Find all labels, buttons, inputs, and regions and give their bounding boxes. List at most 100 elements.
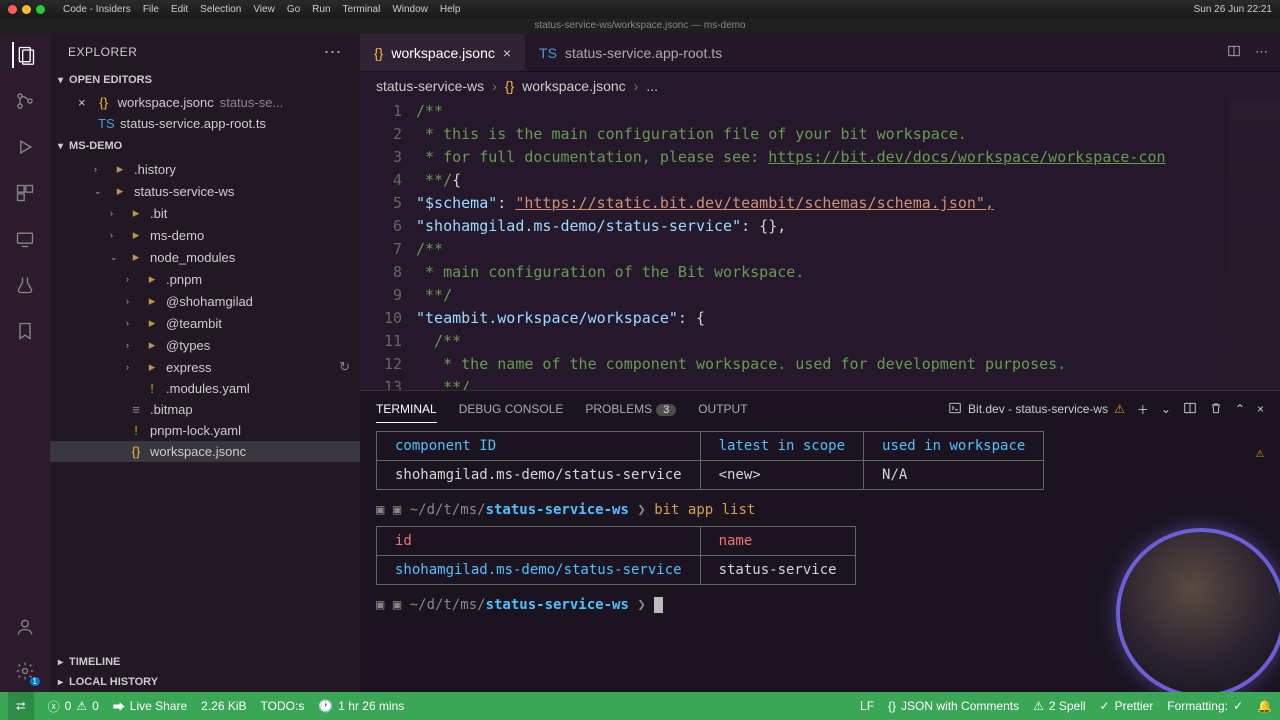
problems-badge: 3 [656,404,676,416]
folder-icon: ▸ [144,271,160,287]
kill-terminal-icon[interactable] [1209,401,1223,418]
timeline-section[interactable]: ▸ TIMELINE [50,652,360,672]
open-editor-item[interactable]: TS status-service.app-root.ts [50,113,360,134]
panel: TERMINAL DEBUG CONSOLE PROBLEMS3 OUTPUT … [360,390,1280,692]
terminal-icon [948,401,962,418]
test-icon[interactable] [12,272,38,298]
split-editor-icon[interactable] [1227,44,1241,61]
menu-view[interactable]: View [253,4,275,15]
tab-workspace-jsonc[interactable]: {} workspace.jsonc × [360,34,525,71]
open-editors-label: OPEN EDITORS [69,74,152,86]
tree-item[interactable]: !pnpm-lock.yaml [50,420,360,441]
close-icon[interactable]: × [78,95,90,110]
status-prettier[interactable]: ✓Prettier [1100,699,1154,713]
app-list-table: idname shohamgilad.ms-demo/status-servic… [376,526,856,585]
status-eol[interactable]: LF [860,699,874,713]
status-language[interactable]: {}JSON with Comments [888,699,1019,713]
tree-item[interactable]: ›▸express ↻ [50,356,360,378]
menu-file[interactable]: File [143,4,159,15]
menu-edit[interactable]: Edit [171,4,188,15]
menu-window[interactable]: Window [392,4,428,15]
minimap[interactable] [1230,100,1280,390]
explorer-icon[interactable] [12,42,38,68]
menu-help[interactable]: Help [440,4,461,15]
status-wakatime[interactable]: 🕐1 hr 26 mins [318,698,404,715]
breadcrumb-segment[interactable]: status-service-ws [376,78,484,94]
account-icon[interactable] [12,614,38,640]
bookmark-icon[interactable] [12,318,38,344]
remote-indicator[interactable]: ⮂ [8,692,34,720]
chevron-right-icon: ▸ [58,677,63,688]
window-controls[interactable] [8,5,45,14]
remote-icon[interactable] [12,226,38,252]
tree-item[interactable]: ›▸@teambit [50,312,360,334]
menu-terminal[interactable]: Terminal [343,4,381,15]
chevron-down-icon: ▾ [58,141,63,152]
chevron-right-icon: › [634,78,639,94]
tree-item[interactable]: ≡.bitmap [50,399,360,420]
menu-selection[interactable]: Selection [200,4,241,15]
new-terminal-icon[interactable]: ＋ [1137,401,1149,418]
explorer-more-icon[interactable]: ⋯ [324,42,343,63]
code-editor[interactable]: 12345678910111213 /** * this is the main… [360,100,1280,390]
breadcrumb[interactable]: status-service-ws › {} workspace.jsonc ›… [360,72,1280,100]
timeline-label: TIMELINE [69,656,120,668]
json-icon: {} [128,444,144,459]
tree-item[interactable]: ⌄▸node_modules [50,246,360,268]
tab-problems[interactable]: PROBLEMS [585,396,652,422]
tree-item[interactable]: ›▸@shohamgilad [50,290,360,312]
tree-item[interactable]: ›▸ms-demo [50,224,360,246]
tree-item[interactable]: ›▸.bit [50,202,360,224]
tree-item[interactable]: ⌄▸status-service-ws [50,180,360,202]
bitmap-icon: ≡ [128,402,144,417]
chevron-right-icon: ▸ [58,657,63,668]
workspace-section[interactable]: ▾ MS-DEMO [50,136,360,156]
terminal-name[interactable]: Bit.dev - status-service-ws ⚠ [948,401,1125,418]
maximize-panel-icon[interactable]: ⌃ [1235,402,1245,416]
menu-app[interactable]: Code - Insiders [63,4,131,15]
tree-item[interactable]: ›▸@types [50,334,360,356]
terminal-dropdown-icon[interactable]: ⌄ [1161,402,1171,416]
tree-item[interactable]: !.modules.yaml [50,378,360,399]
tree-label: ms-demo [150,228,204,243]
th-component-id: component ID [377,432,701,461]
tree-item[interactable]: {} workspace.jsonc [50,441,360,462]
status-formatting[interactable]: Formatting:✓ [1167,699,1243,713]
yaml-icon: ! [144,381,160,396]
tree-label: @types [166,338,210,353]
local-history-label: LOCAL HISTORY [69,676,158,688]
status-notifications-icon[interactable]: 🔔 [1257,699,1272,713]
menu-run[interactable]: Run [312,4,330,15]
menu-go[interactable]: Go [287,4,300,15]
editor-more-icon[interactable]: ⋯ [1255,44,1268,61]
source-control-icon[interactable] [12,88,38,114]
tree-item[interactable]: ›▸.history [50,158,360,180]
status-spell[interactable]: ⚠2 Spell [1033,699,1085,713]
tree-label: workspace.jsonc [150,444,246,459]
close-icon[interactable]: × [503,45,511,61]
breadcrumb-segment[interactable]: workspace.jsonc [522,78,626,94]
tree-item[interactable]: ›▸.pnpm [50,268,360,290]
tab-status-service-app-root[interactable]: TS status-service.app-root.ts [525,34,736,71]
settings-gear-icon[interactable] [12,658,38,684]
terminal-body[interactable]: component IDlatest in scopeused in works… [360,427,1280,692]
local-history-section[interactable]: ▸ LOCAL HISTORY [50,672,360,692]
tab-terminal[interactable]: TERMINAL [376,396,437,423]
extensions-icon[interactable] [12,180,38,206]
open-editor-item[interactable]: × {} workspace.jsonc status-se... [50,92,360,113]
th-latest-scope: latest in scope [700,432,863,461]
tab-debug-console[interactable]: DEBUG CONSOLE [459,396,564,422]
status-todos[interactable]: TODO:s [261,698,305,715]
status-liveshare[interactable]: ⮕Live Share [113,698,187,715]
split-terminal-icon[interactable] [1183,401,1197,418]
th-name: name [700,527,855,556]
tab-output[interactable]: OUTPUT [698,396,747,422]
ts-file-icon: TS [539,45,557,61]
status-errors[interactable]: ⓧ0⚠0 [48,698,99,715]
breadcrumb-segment[interactable]: ... [646,78,658,94]
close-panel-icon[interactable]: × [1257,402,1264,416]
open-editors-section[interactable]: ▾ OPEN EDITORS [50,70,360,90]
yaml-icon: ! [128,423,144,438]
status-filesize[interactable]: 2.26 KiB [201,698,246,715]
run-debug-icon[interactable] [12,134,38,160]
